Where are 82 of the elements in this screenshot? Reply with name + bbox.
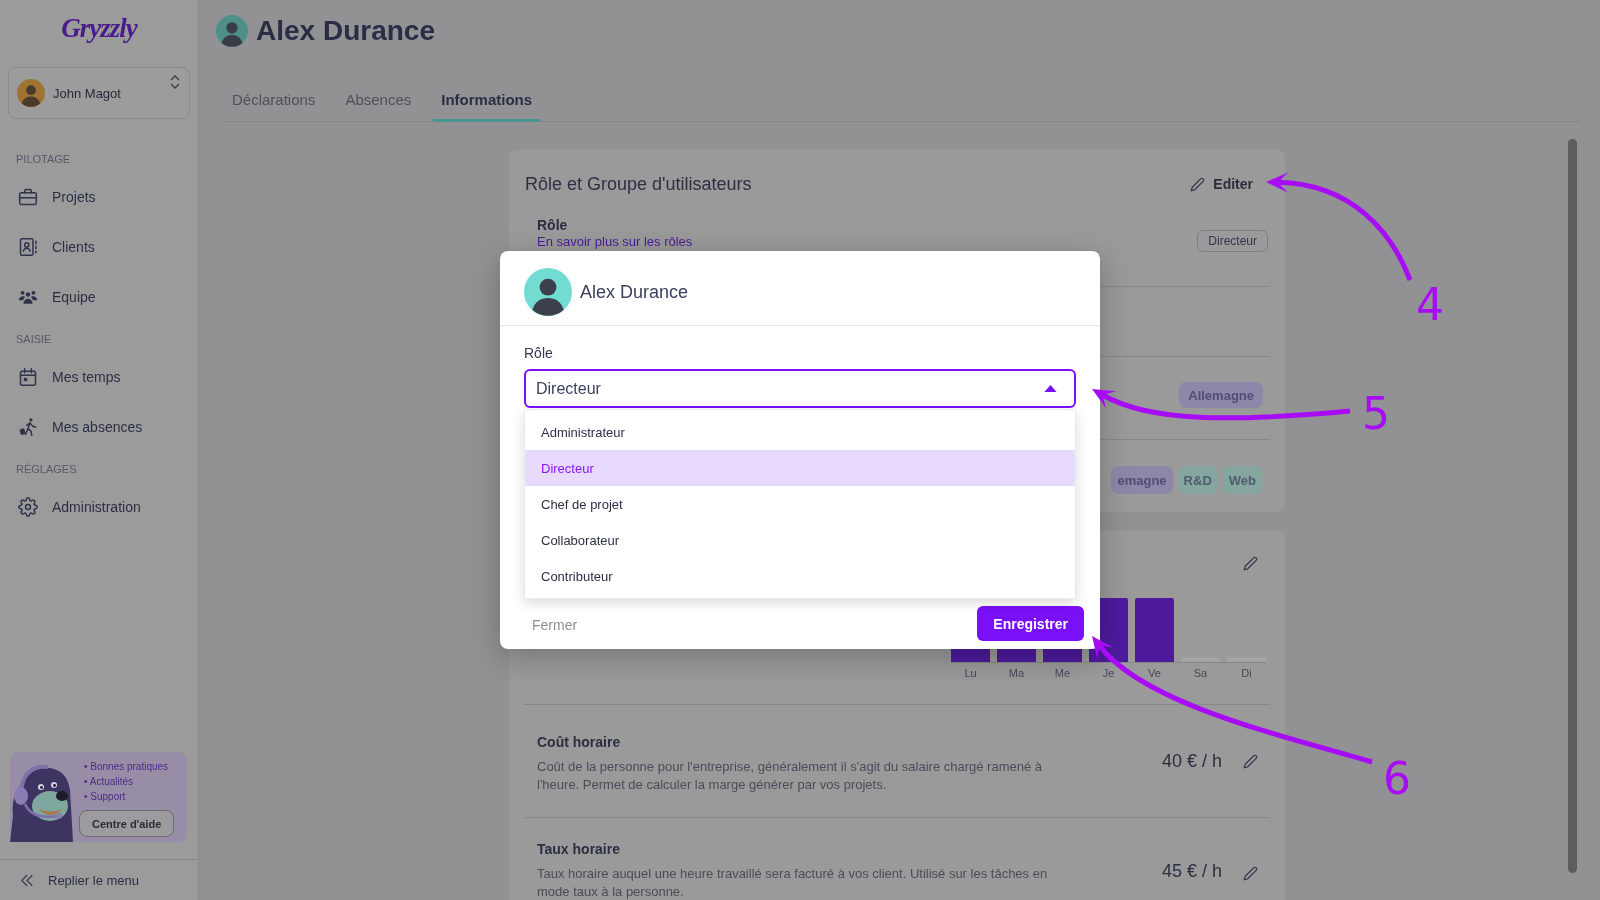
nav-item[interactable]: Projets — [0, 172, 198, 222]
caret-icon — [1044, 385, 1057, 392]
double-chevron-left-icon — [20, 873, 34, 887]
scrollbar-thumb[interactable] — [1568, 139, 1577, 873]
tag: Allemagne — [1179, 382, 1263, 408]
field-label: Rôle — [524, 344, 553, 362]
pencil-icon — [1243, 556, 1258, 571]
collapse-label: Replier le menu — [48, 872, 140, 888]
day-label: Sa — [1193, 667, 1208, 679]
nav-label: Projets — [52, 189, 96, 205]
avatar-icon — [216, 15, 248, 47]
tab[interactable]: Absences — [337, 86, 420, 122]
rate-value: 45 € / h — [1161, 861, 1222, 882]
dialog-title: Alex Durance — [580, 281, 689, 303]
day-bar — [1135, 598, 1174, 662]
edit-button[interactable]: Editer — [1182, 172, 1261, 196]
annotation-number: 4 — [1416, 283, 1444, 327]
day-label: Me — [1054, 667, 1071, 679]
annotation-number: 5 — [1362, 392, 1390, 436]
field-title: Coût horaire — [537, 733, 621, 751]
field-description: Coût de la personne pour l'entreprise, généralement il s'agit du salaire chargé ramené à l'heure. Permet de calculer la marge générer par vos projets. — [537, 758, 1044, 794]
help-link[interactable]: • Bonnes pratiques — [84, 759, 169, 774]
tag: R&D — [1177, 466, 1218, 494]
annotation-number: 6 — [1383, 757, 1411, 801]
field-title: Taux horaire — [537, 840, 620, 858]
pencil-icon — [1190, 176, 1206, 192]
day-label: Je — [1102, 667, 1115, 679]
day-label: Ve — [1148, 667, 1161, 679]
card-title: Rôle et Groupe d'utilisateurs — [525, 174, 752, 194]
section-heading: PILOTAGE — [15, 152, 71, 167]
nav-label: Administration — [52, 499, 141, 515]
nav-label: Equipe — [52, 289, 96, 305]
pencil-icon — [1243, 866, 1258, 881]
dropdown-option[interactable]: Directeur — [525, 450, 1075, 486]
dropdown-option[interactable]: Administrateur — [525, 414, 1075, 450]
help-center-button[interactable]: Centre d'aide — [79, 810, 175, 837]
help-link[interactable]: • Support — [84, 789, 126, 804]
nav-label: Clients — [52, 239, 95, 255]
walking-person-icon — [18, 417, 38, 437]
day-label: Di — [1241, 667, 1252, 679]
tag: emagne — [1111, 466, 1173, 494]
nav-item[interactable]: Equipe — [0, 272, 198, 322]
nav-item[interactable]: Mes temps — [0, 352, 198, 402]
rate-value: 40 € / h — [1161, 750, 1222, 772]
collapse-menu-button[interactable]: Replier le menu — [0, 859, 198, 900]
page-title: Alex Durance — [256, 15, 435, 47]
user-switcher[interactable]: John Magot — [8, 67, 190, 119]
briefcase-icon — [18, 187, 38, 207]
help-link[interactable]: • Actualités — [84, 774, 134, 789]
pencil-icon — [1243, 753, 1258, 769]
app-logo[interactable]: Gryzzly — [61, 12, 137, 44]
role-select[interactable]: Directeur — [524, 369, 1076, 408]
dropdown-option[interactable]: Chef de projet — [525, 486, 1075, 522]
day-label: Ma — [1008, 667, 1025, 679]
nav-item[interactable]: Administration — [0, 482, 198, 532]
nav-label: Mes absences — [52, 419, 143, 435]
nav-item[interactable]: Mes absences — [0, 402, 198, 452]
settings-icon — [18, 497, 38, 517]
day-bar — [1227, 657, 1266, 662]
tab[interactable]: Déclarations — [224, 86, 324, 122]
close-button[interactable]: Fermer — [524, 609, 586, 641]
chevron-up-down-icon — [170, 75, 180, 89]
calendar-icon — [18, 367, 38, 387]
day-label: Lu — [964, 667, 977, 679]
avatar-icon — [17, 79, 45, 107]
field-description: Taux horaire auquel une heure travaillé sera facturé à vos client. Utilisé sur les tâches en mode taux à la personne. — [537, 865, 1049, 900]
nav-label: Mes temps — [52, 369, 121, 385]
user-name: John Magot — [53, 85, 122, 101]
section-heading: RÉGLAGES — [15, 462, 77, 477]
tab[interactable]: Informations — [433, 86, 541, 122]
dropdown-option[interactable]: Collaborateur — [525, 522, 1075, 558]
avatar-icon — [524, 268, 572, 316]
dropdown-option[interactable]: Contributeur — [525, 558, 1075, 594]
learn-more-link[interactable]: En savoir plus sur les rôles — [537, 234, 693, 250]
nav-item[interactable]: Clients — [0, 222, 198, 272]
section-heading: SAISIE — [15, 332, 52, 347]
role-badge: Directeur — [1197, 230, 1268, 252]
contact-card-icon — [18, 237, 38, 257]
tag: Web — [1222, 466, 1262, 494]
save-button[interactable]: Enregistrer — [977, 606, 1084, 641]
field-title: Rôle — [537, 216, 568, 234]
day-bar — [1181, 657, 1220, 662]
